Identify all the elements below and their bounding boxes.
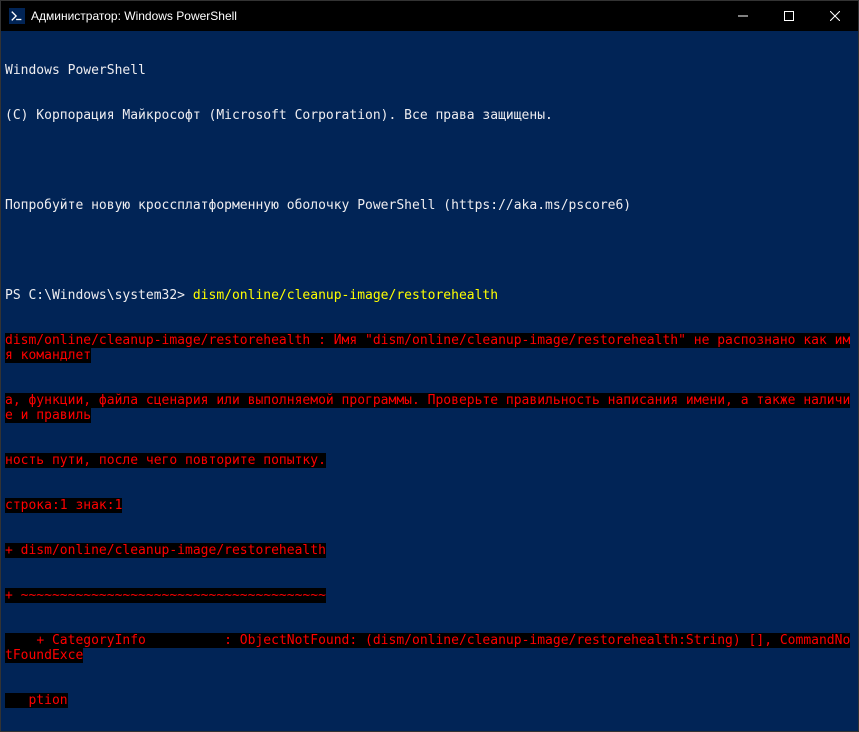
prompt-line: PS C:\Windows\system32> dism/online/clea… [5,288,854,303]
powershell-icon [9,8,25,24]
terminal-area[interactable]: Windows PowerShell (C) Корпорация Майкро… [1,31,858,731]
maximize-button[interactable] [766,1,812,31]
minimize-button[interactable] [720,1,766,31]
output-line: (C) Корпорация Майкрософт (Microsoft Cor… [5,108,854,123]
output-line: Windows PowerShell [5,63,854,78]
powershell-window: Администратор: Windows PowerShell Window… [0,0,859,732]
command-text: dism/online/cleanup-image/restorehealth [193,288,498,303]
blank-line [5,243,854,258]
blank-line [5,153,854,168]
close-icon [830,11,840,21]
prompt-prefix: PS C:\Windows\system32> [5,288,193,303]
error-line: + CategoryInfo : ObjectNotFound: (dism/o… [5,633,854,663]
error-line: ность пути, после чего повторите попытку… [5,453,854,468]
window-controls [720,1,858,31]
error-line: + ~~~~~~~~~~~~~~~~~~~~~~~~~~~~~~~~~~~~~~… [5,588,854,603]
titlebar[interactable]: Администратор: Windows PowerShell [1,1,858,31]
window-title: Администратор: Windows PowerShell [31,9,720,23]
maximize-icon [784,11,794,21]
minimize-icon [738,11,748,21]
output-line: Попробуйте новую кроссплатформенную обол… [5,198,854,213]
error-line: + dism/online/cleanup-image/restorehealt… [5,543,854,558]
error-line: dism/online/cleanup-image/restorehealth … [5,333,854,363]
close-button[interactable] [812,1,858,31]
error-line: строка:1 знак:1 [5,498,854,513]
error-line: а, функции, файла сценария или выполняем… [5,393,854,423]
error-line: ption [5,693,854,708]
